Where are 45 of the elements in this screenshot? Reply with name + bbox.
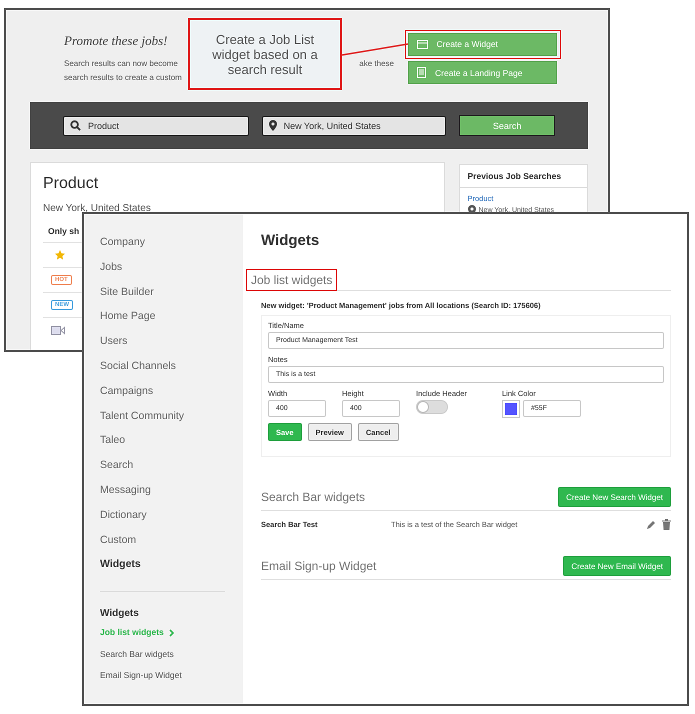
create-email-widget-button[interactable]: Create New Email Widget	[563, 556, 671, 576]
results-title: Product	[43, 175, 100, 193]
sidebar-item[interactable]: Jobs	[100, 260, 122, 273]
section-heading: Search Bar widgets	[261, 489, 366, 506]
description-text: Search results can now become	[64, 58, 178, 70]
sidebar-item[interactable]: Dictionary	[100, 508, 147, 521]
sidebar-item[interactable]: Custom	[100, 534, 136, 546]
sidebar-item[interactable]: Campaigns	[100, 384, 154, 397]
sidebar-item[interactable]: Users	[100, 335, 128, 348]
section-heading: Email Sign-up Widget	[261, 558, 378, 575]
panel-title: Previous Job Searches	[460, 165, 587, 188]
search-icon	[70, 120, 81, 131]
subnav-item[interactable]: Search Bar widgets	[100, 648, 174, 670]
sidebar-item[interactable]: Taleo	[100, 434, 126, 446]
sidebar-item[interactable]: Site Builder	[100, 286, 154, 298]
page-title: Widgets	[261, 232, 320, 249]
sidebar-item[interactable]: Search	[100, 459, 134, 472]
star-icon	[55, 250, 65, 260]
keyword-field[interactable]: Product	[63, 116, 249, 136]
description-text: ake these	[359, 58, 394, 70]
sidebar-item[interactable]: Company	[100, 236, 145, 248]
subnav-item[interactable]: Email Sign-up Widget	[100, 670, 182, 692]
sidebar-item[interactable]: Talent Community	[100, 410, 184, 422]
location-pin-icon	[268, 120, 277, 131]
sidebar-item[interactable]: Home Page	[100, 310, 156, 322]
section-heading: Job list widgets	[247, 270, 336, 290]
results-subtitle: New York, United States	[43, 203, 152, 214]
sidebar-item[interactable]: Social Channels	[100, 360, 176, 372]
create-search-widget-button[interactable]: Create New Search Widget	[558, 487, 671, 507]
description-text: search results to create a custom	[64, 72, 182, 84]
sidebar-item[interactable]: Widgets	[100, 558, 141, 570]
chevron-icon	[168, 629, 174, 638]
pencil-icon[interactable]	[646, 520, 656, 530]
location-field[interactable]: New York, United States	[262, 116, 446, 136]
callout: Create a Job List widget based on a search result	[188, 18, 342, 90]
document-icon	[417, 67, 426, 78]
trash-icon[interactable]	[662, 519, 671, 530]
window-icon	[416, 40, 428, 48]
toggle-switch[interactable]	[416, 400, 448, 414]
color-swatch[interactable]	[502, 400, 520, 418]
video-camera-icon	[51, 326, 65, 334]
promo-title: Promote these jobs!	[64, 33, 168, 49]
subnav-title: Widgets	[100, 608, 139, 620]
sidebar-item[interactable]: Messaging	[100, 484, 151, 496]
filter-label: Only sh	[48, 226, 80, 236]
